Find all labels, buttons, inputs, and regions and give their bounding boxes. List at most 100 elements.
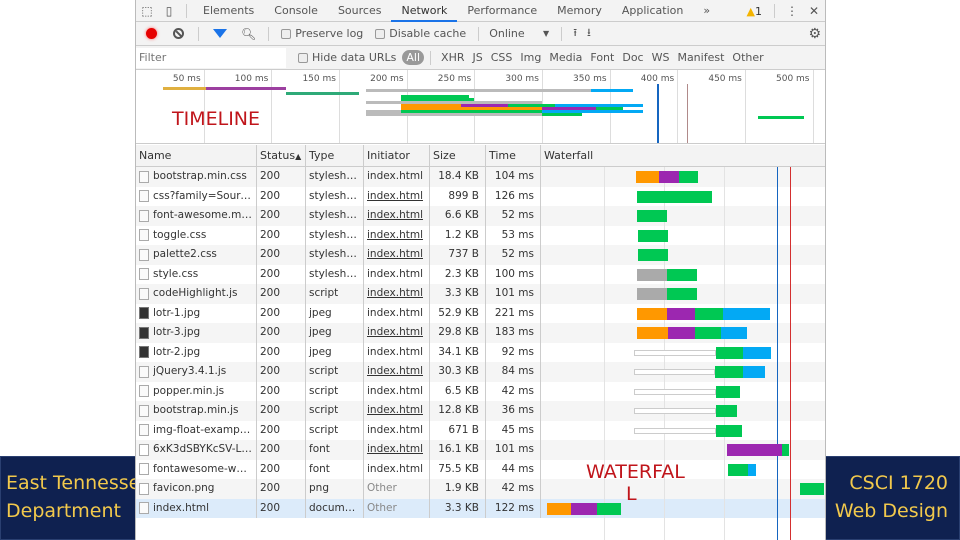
table-row[interactable]: lotr-1.jpg 200 jpeg index.html 52.9 KB 221 ms: [136, 303, 825, 323]
cell-initiator[interactable]: index.html: [364, 401, 430, 421]
checkbox-box[interactable]: [375, 28, 386, 39]
table-row[interactable]: fontawesome-web... 200 font index.html 75.5 …: [136, 459, 825, 479]
table-row[interactable]: lotr-2.jpg 200 jpeg index.html 34.1 KB 92 ms: [136, 342, 825, 362]
cell-initiator[interactable]: index.html: [364, 362, 430, 382]
table-row[interactable]: favicon.png 200 png Other 1.9 KB 42 ms: [136, 479, 825, 499]
throttling-select[interactable]: Online ▼: [489, 27, 555, 40]
cell-name[interactable]: codeHighlight.js: [136, 284, 257, 304]
tab-application[interactable]: Application: [612, 0, 693, 22]
cell-initiator[interactable]: index.html: [364, 186, 430, 206]
device-toolbar-icon[interactable]: ▯: [158, 0, 180, 22]
column-header-name[interactable]: Name: [136, 145, 257, 166]
tab-elements[interactable]: Elements: [193, 0, 264, 22]
cell-name[interactable]: jQuery3.4.1.js: [136, 362, 257, 382]
table-row[interactable]: css?family=Source... 200 stylesheet index.h…: [136, 186, 825, 206]
column-header-type[interactable]: Type: [306, 145, 364, 166]
table-row[interactable]: img-float-example... 200 script index.html 6…: [136, 420, 825, 440]
cell-status: 200: [257, 303, 306, 323]
table-row[interactable]: codeHighlight.js 200 script index.html 3.3 K…: [136, 284, 825, 304]
checkbox-box[interactable]: [281, 28, 292, 39]
filter-type-manifest[interactable]: Manifest: [673, 51, 728, 64]
cell-name[interactable]: fontawesome-web...: [136, 459, 257, 479]
tab-memory[interactable]: Memory: [547, 0, 612, 22]
cell-name[interactable]: toggle.css: [136, 225, 257, 245]
tab-performance[interactable]: Performance: [457, 0, 547, 22]
cell-name[interactable]: popper.min.js: [136, 381, 257, 401]
cell-name[interactable]: lotr-1.jpg: [136, 303, 257, 323]
inspect-element-icon[interactable]: ⬚: [136, 0, 158, 22]
table-row[interactable]: toggle.css 200 stylesheet index.html 1.2 KB 5…: [136, 225, 825, 245]
search-icon[interactable]: 🔍︎: [241, 27, 256, 41]
cell-name[interactable]: img-float-example...: [136, 420, 257, 440]
cell-name[interactable]: bootstrap.min.css: [136, 167, 257, 187]
hide-data-urls-checkbox[interactable]: Hide data URLs: [298, 51, 396, 64]
overview-timeline[interactable]: TIMELINE 50 ms 100 ms 150 ms 200 ms 250 ms 30…: [136, 70, 825, 144]
filter-type-img[interactable]: Img: [516, 51, 545, 64]
more-tabs-icon[interactable]: »: [693, 0, 720, 22]
warnings-badge[interactable]: ▲1: [741, 5, 768, 18]
close-icon[interactable]: ✕: [803, 0, 825, 22]
cell-initiator[interactable]: index.html: [364, 206, 430, 226]
gear-icon[interactable]: ⚙: [808, 26, 821, 42]
cell-waterfall: [541, 265, 825, 285]
cell-name[interactable]: style.css: [136, 264, 257, 284]
column-header-time[interactable]: Time: [486, 145, 541, 166]
cell-initiator[interactable]: index.html: [364, 284, 430, 304]
filter-type-ws[interactable]: WS: [648, 51, 674, 64]
tab-console[interactable]: Console: [264, 0, 328, 22]
table-row[interactable]: 6xK3dSBYKcSV-LC... 200 font index.html 16.1 …: [136, 440, 825, 460]
table-row[interactable]: lotr-3.jpg 200 jpeg index.html 29.8 KB 183 ms: [136, 323, 825, 343]
record-icon[interactable]: [146, 28, 157, 39]
cell-name[interactable]: lotr-3.jpg: [136, 323, 257, 343]
cell-initiator[interactable]: index.html: [364, 225, 430, 245]
filter-type-other[interactable]: Other: [728, 51, 767, 64]
overview-request-bar: [758, 116, 805, 119]
cell-name[interactable]: 6xK3dSBYKcSV-LC...: [136, 440, 257, 460]
cell-name[interactable]: index.html: [136, 498, 257, 518]
tab-sources[interactable]: Sources: [328, 0, 392, 22]
cell-time: 44 ms: [486, 459, 541, 479]
table-row[interactable]: palette2.css 200 stylesheet index.html 737 B…: [136, 245, 825, 265]
disable-cache-checkbox[interactable]: Disable cache: [375, 27, 466, 40]
preserve-log-checkbox[interactable]: Preserve log: [281, 27, 363, 40]
column-header-waterfall[interactable]: Waterfall: [541, 145, 825, 166]
column-header-initiator[interactable]: Initiator: [364, 145, 430, 166]
cell-initiator[interactable]: index.html: [364, 323, 430, 343]
export-har-icon[interactable]: ⭳: [587, 24, 591, 43]
filter-type-xhr[interactable]: XHR: [437, 51, 468, 64]
filter-type-font[interactable]: Font: [586, 51, 618, 64]
preserve-log-label: Preserve log: [295, 27, 364, 40]
cell-initiator[interactable]: index.html: [364, 440, 430, 460]
filter-input[interactable]: [136, 47, 286, 68]
table-row[interactable]: jQuery3.4.1.js 200 script index.html 30.3 KB…: [136, 362, 825, 382]
overview-gridline: [203, 70, 205, 143]
table-row[interactable]: style.css 200 stylesheet index.html 2.3 KB 10…: [136, 264, 825, 285]
cell-name[interactable]: css?family=Source...: [136, 186, 257, 206]
filter-type-media[interactable]: Media: [545, 51, 586, 64]
cell-name[interactable]: lotr-2.jpg: [136, 342, 257, 362]
filter-icon[interactable]: [213, 29, 227, 38]
warning-icon: ▲: [746, 4, 755, 18]
column-header-size[interactable]: Size: [430, 145, 486, 166]
import-har-icon[interactable]: ⭱: [573, 24, 577, 43]
cell-name[interactable]: palette2.css: [136, 245, 257, 265]
table-row[interactable]: bootstrap.min.js 200 script index.html 12.8 …: [136, 401, 825, 421]
table-row[interactable]: index.html 200 document Other 3.3 KB 122 ms: [136, 498, 825, 518]
table-row[interactable]: font-awesome.mi... 200 stylesheet index.htm…: [136, 206, 825, 226]
tab-network[interactable]: Network: [391, 0, 458, 22]
checkbox-box[interactable]: [298, 52, 308, 63]
column-header-status[interactable]: Status▲: [257, 145, 306, 166]
filter-type-all[interactable]: All: [402, 50, 425, 65]
table-row[interactable]: popper.min.js 200 script index.html 6.5 KB 42…: [136, 381, 825, 401]
clear-icon[interactable]: [173, 28, 184, 39]
cell-name[interactable]: favicon.png: [136, 479, 257, 499]
cell-name[interactable]: bootstrap.min.js: [136, 401, 257, 421]
overview-request-bar: [163, 87, 207, 90]
table-row[interactable]: bootstrap.min.css 200 stylesheet index.html…: [136, 167, 825, 187]
cell-initiator[interactable]: index.html: [364, 245, 430, 265]
cell-name[interactable]: font-awesome.mi...: [136, 206, 257, 226]
filter-type-js[interactable]: JS: [469, 51, 487, 64]
filter-type-doc[interactable]: Doc: [618, 51, 647, 64]
more-options-icon[interactable]: ⋮: [781, 0, 803, 22]
filter-type-css[interactable]: CSS: [487, 51, 517, 64]
